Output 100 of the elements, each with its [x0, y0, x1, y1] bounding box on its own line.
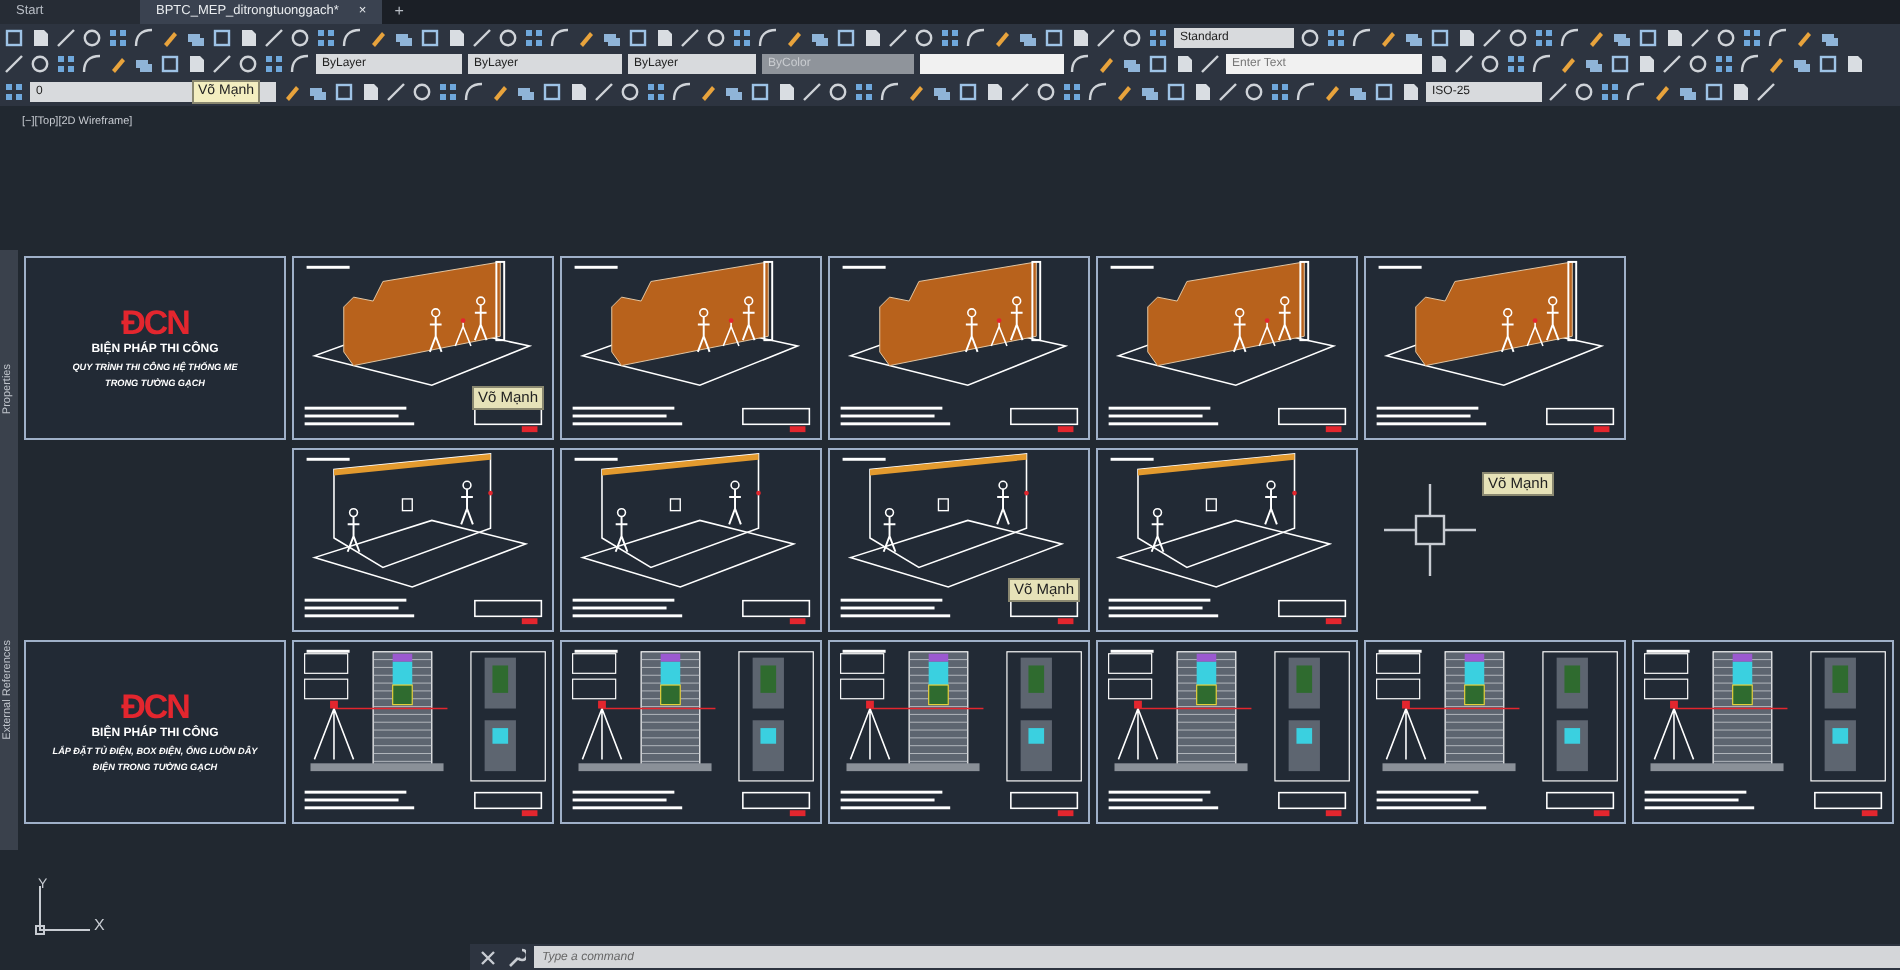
square-icon[interactable] [1610, 54, 1630, 75]
arc-icon[interactable] [966, 27, 986, 48]
arc-icon[interactable] [672, 81, 692, 102]
arc-icon[interactable] [1532, 54, 1552, 75]
line-icon[interactable] [888, 27, 908, 48]
arc-icon[interactable] [1070, 54, 1090, 75]
square-icon[interactable] [1044, 27, 1064, 48]
square-icon[interactable] [836, 27, 856, 48]
line-icon[interactable] [1218, 81, 1238, 102]
circle-icon[interactable] [620, 81, 640, 102]
circle-icon[interactable] [30, 54, 50, 75]
square-icon[interactable] [1374, 81, 1394, 102]
square-icon[interactable] [1148, 54, 1168, 75]
pencil-icon[interactable] [906, 81, 926, 102]
square-icon[interactable] [1818, 54, 1838, 75]
grid-icon[interactable] [1326, 27, 1346, 48]
square-icon[interactable] [1430, 27, 1450, 48]
pencil-icon[interactable] [784, 27, 804, 48]
pencil-icon[interactable] [1322, 81, 1342, 102]
arc-icon[interactable] [134, 27, 154, 48]
circle-icon[interactable] [1036, 81, 1056, 102]
grid-icon[interactable] [1148, 27, 1168, 48]
document-icon[interactable] [568, 81, 588, 102]
grid-icon[interactable] [1534, 27, 1554, 48]
document-icon[interactable] [186, 54, 206, 75]
pencil-icon[interactable] [576, 27, 596, 48]
arc-icon[interactable] [1352, 27, 1372, 48]
grid-icon[interactable] [732, 27, 752, 48]
pencil-icon[interactable] [1378, 27, 1398, 48]
document-icon[interactable] [654, 27, 674, 48]
grid-icon[interactable] [1714, 54, 1734, 75]
circle-icon[interactable] [828, 81, 848, 102]
circle-icon[interactable] [1244, 81, 1264, 102]
arc-icon[interactable] [1740, 54, 1760, 75]
circle-icon[interactable] [1716, 27, 1736, 48]
line-icon[interactable] [1096, 27, 1116, 48]
document-icon[interactable] [1636, 54, 1656, 75]
line-icon[interactable] [212, 54, 232, 75]
circle-icon[interactable] [706, 27, 726, 48]
arc-icon[interactable] [1768, 27, 1788, 48]
document-icon[interactable] [360, 81, 380, 102]
square-icon[interactable] [542, 81, 562, 102]
pencil-icon[interactable] [1652, 81, 1672, 102]
square-icon[interactable] [1638, 27, 1658, 48]
grid-icon[interactable] [1506, 54, 1526, 75]
circle-icon[interactable] [238, 54, 258, 75]
pencil-icon[interactable] [368, 27, 388, 48]
pencil-icon[interactable] [992, 27, 1012, 48]
circle-icon[interactable] [290, 27, 310, 48]
document-icon[interactable] [776, 81, 796, 102]
circle-icon[interactable] [1574, 81, 1594, 102]
line-icon[interactable] [4, 54, 24, 75]
close-icon[interactable] [478, 947, 498, 967]
pencil-icon[interactable] [698, 81, 718, 102]
square-icon[interactable] [628, 27, 648, 48]
grid-icon[interactable] [1270, 81, 1290, 102]
arc-icon[interactable] [550, 27, 570, 48]
square-icon[interactable] [160, 54, 180, 75]
line-icon[interactable] [1548, 81, 1568, 102]
circle-icon[interactable] [1300, 27, 1320, 48]
document-icon[interactable] [1844, 54, 1864, 75]
arc-icon[interactable] [1296, 81, 1316, 102]
grid-icon[interactable] [264, 54, 284, 75]
grid-icon[interactable] [1742, 27, 1762, 48]
square-icon[interactable] [420, 27, 440, 48]
line-icon[interactable] [1662, 54, 1682, 75]
circle-icon[interactable] [498, 27, 518, 48]
pencil-icon[interactable] [1586, 27, 1606, 48]
input-field[interactable] [920, 54, 1064, 75]
square-icon[interactable] [1166, 81, 1186, 102]
line-icon[interactable] [472, 27, 492, 48]
grid-icon[interactable] [438, 81, 458, 102]
line-icon[interactable] [802, 81, 822, 102]
square-icon[interactable] [334, 81, 354, 102]
line-icon[interactable] [1756, 81, 1776, 102]
stack-icon[interactable] [134, 54, 154, 75]
document-icon[interactable] [1664, 27, 1684, 48]
circle-icon[interactable] [1688, 54, 1708, 75]
document-icon[interactable] [1400, 81, 1420, 102]
arc-icon[interactable] [342, 27, 362, 48]
document-icon[interactable] [1070, 27, 1090, 48]
wrench-icon[interactable] [506, 947, 526, 967]
pencil-icon[interactable] [490, 81, 510, 102]
grid-icon[interactable] [4, 81, 24, 102]
circle-icon[interactable] [412, 81, 432, 102]
grid-icon[interactable] [940, 27, 960, 48]
line-icon[interactable] [680, 27, 700, 48]
line-icon[interactable] [56, 27, 76, 48]
square-icon[interactable] [1704, 81, 1724, 102]
arc-icon[interactable] [1626, 81, 1646, 102]
circle-icon[interactable] [1480, 54, 1500, 75]
line-icon[interactable] [1454, 54, 1474, 75]
circle-icon[interactable] [914, 27, 934, 48]
pencil-icon[interactable] [1558, 54, 1578, 75]
grid-icon[interactable] [854, 81, 874, 102]
square-icon[interactable] [958, 81, 978, 102]
line-icon[interactable] [386, 81, 406, 102]
pencil-icon[interactable] [1794, 27, 1814, 48]
new-tab-button[interactable]: + [382, 0, 416, 24]
grid-icon[interactable] [56, 54, 76, 75]
